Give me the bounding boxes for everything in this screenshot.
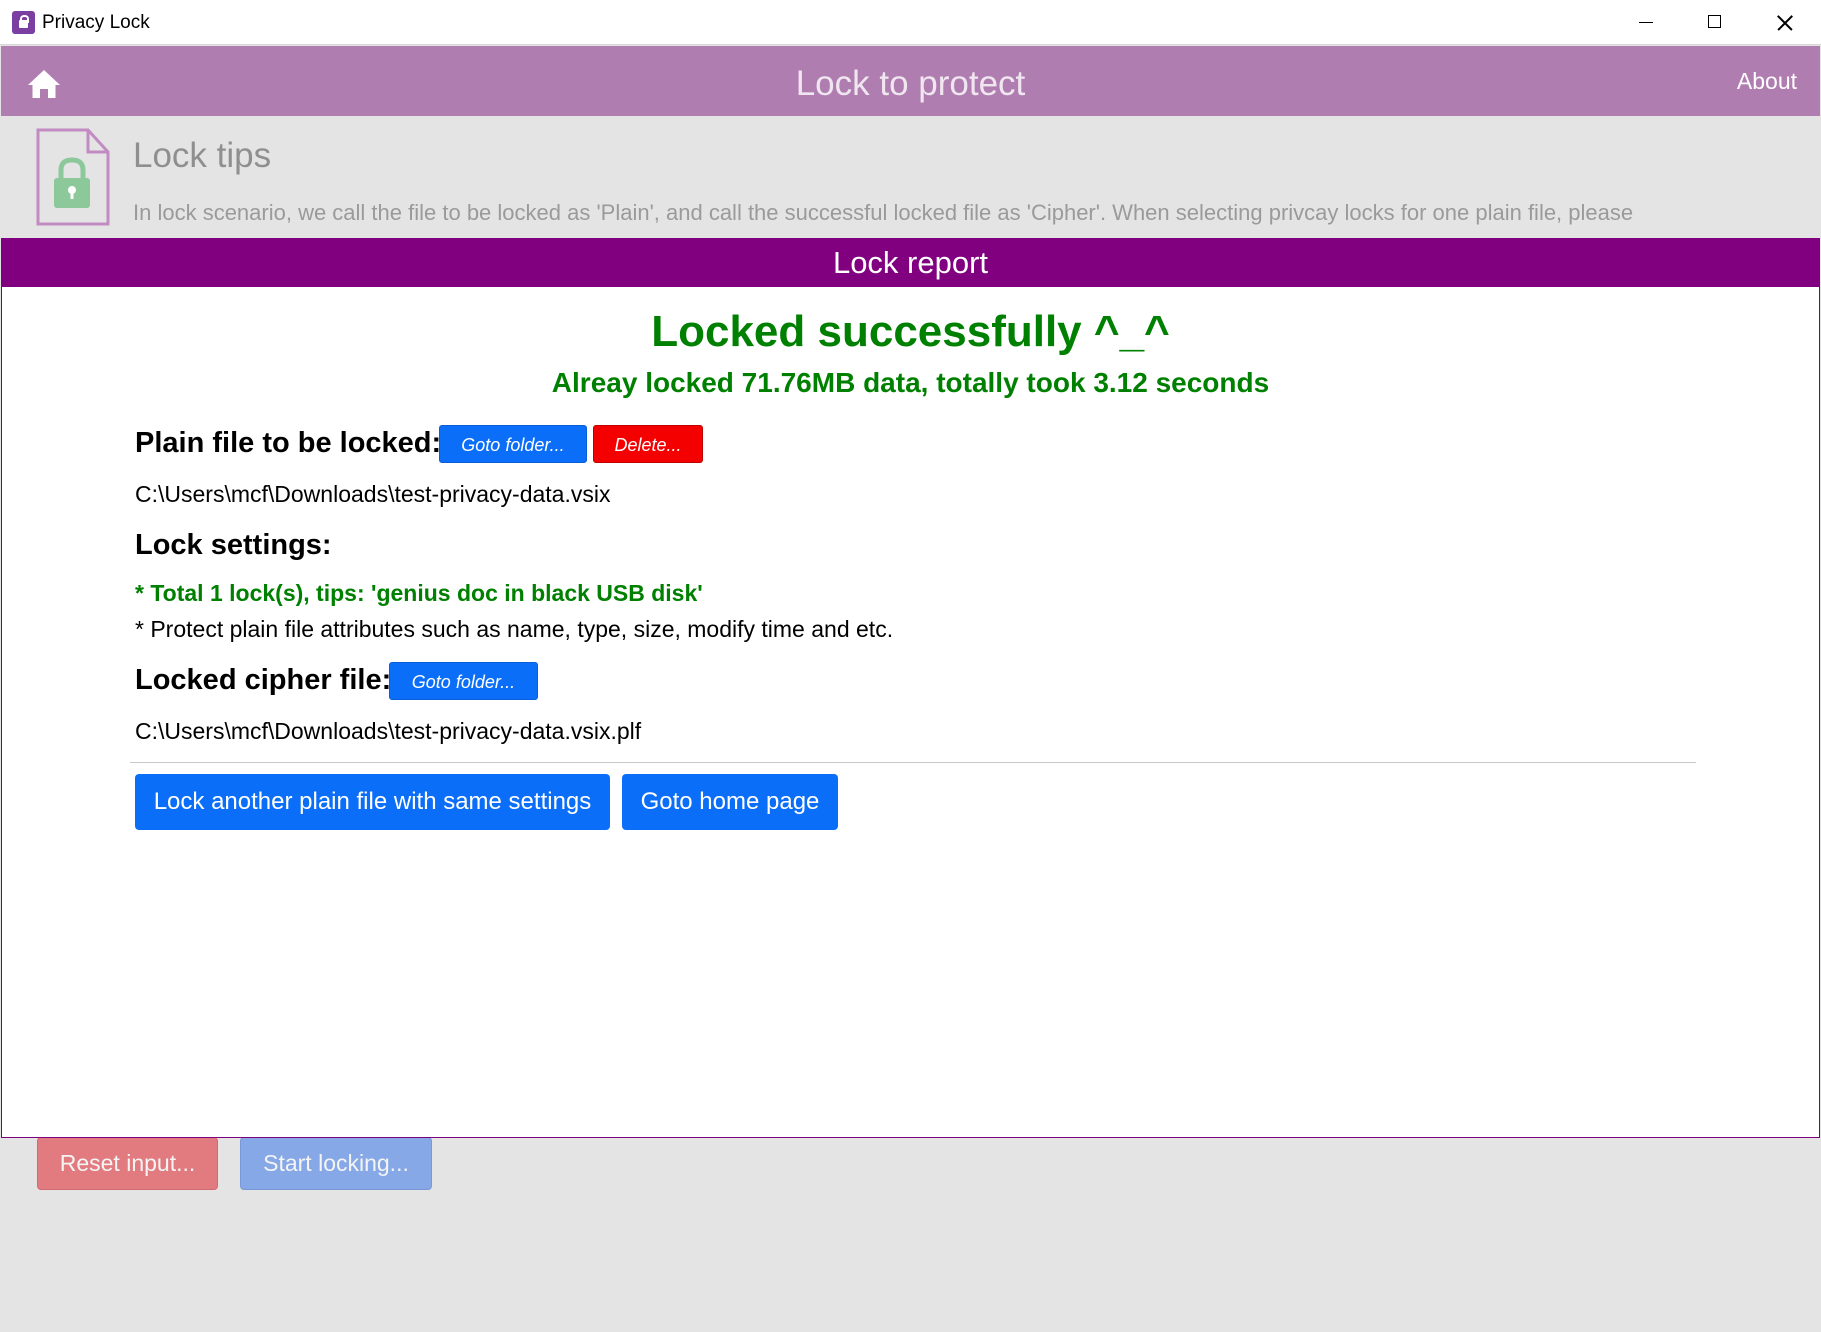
app-header: Lock to protect About [1, 46, 1820, 116]
success-subtitle: Alreay locked 71.76MB data, totally took… [551, 367, 1270, 398]
lock-report-panel: Lock report Locked successfully ^_^ Alre… [1, 238, 1820, 1138]
cipher-goto-folder-button[interactable]: Goto folder... [389, 662, 538, 700]
document-lock-icon [36, 128, 110, 226]
success-title: Locked successfully ^_^ [651, 307, 1170, 356]
minimize-icon[interactable] [1610, 0, 1680, 45]
start-locking-button[interactable]: Start locking... [240, 1137, 432, 1190]
plain-file-path: C:\Users\mcf\Downloads\test-privacy-data… [135, 481, 611, 507]
goto-home-button[interactable]: Goto home page [622, 774, 838, 830]
plain-file-label: Plain file to be locked: [135, 427, 442, 459]
settings-locks-summary: * Total 1 lock(s), tips: 'genius doc in … [135, 580, 703, 606]
maximize-icon[interactable] [1680, 0, 1750, 45]
cipher-file-label: Locked cipher file: [135, 664, 392, 696]
divider [130, 762, 1696, 763]
plain-goto-folder-button[interactable]: Goto folder... [439, 425, 587, 463]
tips-title: Lock tips [133, 136, 272, 175]
lock-settings-label: Lock settings: [135, 529, 332, 561]
app-lock-icon [12, 11, 35, 34]
about-link[interactable]: About [1737, 68, 1797, 95]
report-header: Lock report [2, 239, 1819, 287]
page-title: Lock to protect [795, 64, 1026, 103]
cipher-file-path: C:\Users\mcf\Downloads\test-privacy-data… [135, 718, 642, 744]
lock-another-button[interactable]: Lock another plain file with same settin… [135, 774, 610, 830]
settings-protect-attributes: * Protect plain file attributes such as … [135, 616, 894, 642]
tips-text: In lock scenario, we call the file to be… [133, 200, 1634, 225]
window-title: Privacy Lock [42, 12, 150, 33]
title-bar: Privacy Lock [0, 0, 1821, 45]
delete-plain-button[interactable]: Delete... [593, 425, 703, 463]
reset-input-button[interactable]: Reset input... [37, 1137, 218, 1190]
close-icon[interactable] [1750, 0, 1820, 45]
